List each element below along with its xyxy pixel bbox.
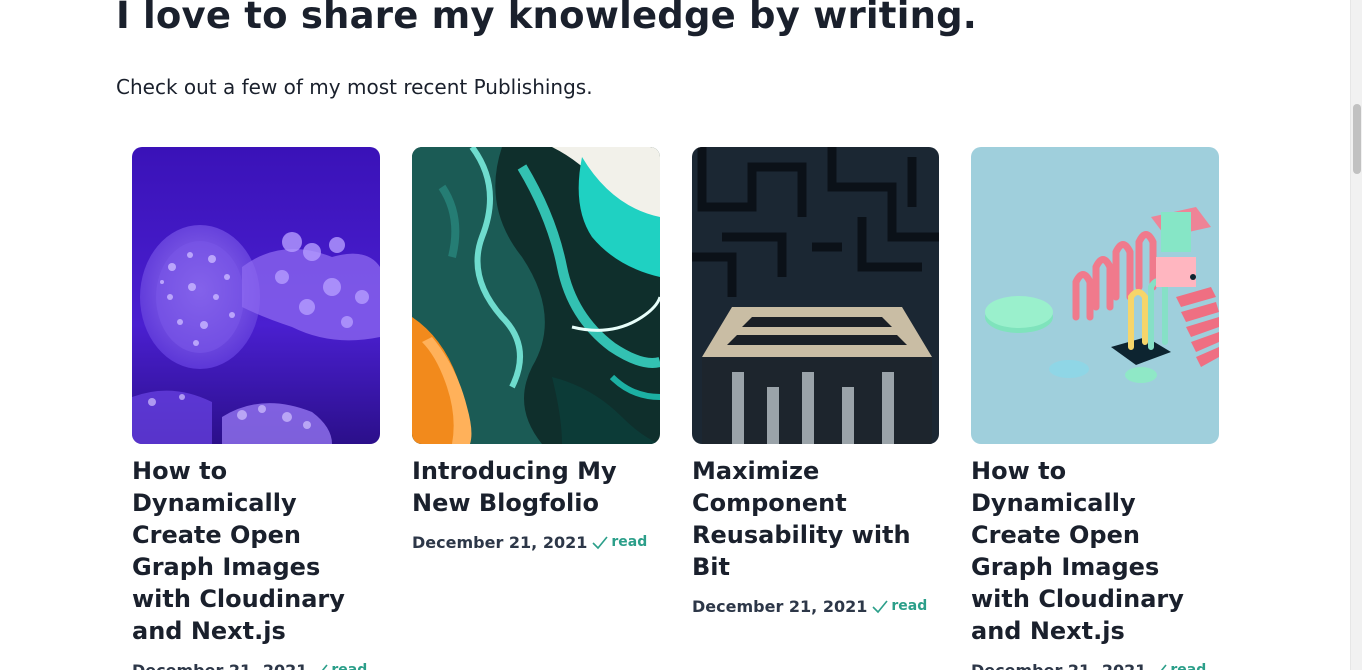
read-label: read (1170, 662, 1207, 670)
post-date: December 21, 2021 (132, 661, 307, 670)
post-meta: December 21, 2021 read (412, 533, 660, 552)
read-label: read (611, 534, 648, 550)
post-title[interactable]: How to Dynamically Create Open Graph Ima… (971, 455, 1219, 647)
post-card[interactable]: How to Dynamically Create Open Graph Ima… (132, 147, 380, 670)
section-headline: I love to share my knowledge by writing. (116, 0, 978, 37)
fluid-paint-image (412, 147, 660, 444)
post-thumbnail-jellyfish[interactable] (132, 147, 380, 444)
post-title[interactable]: How to Dynamically Create Open Graph Ima… (132, 455, 380, 647)
checkmark-icon (312, 663, 328, 670)
scrollbar-thumb[interactable] (1353, 104, 1361, 174)
post-meta: December 21, 2021 read (132, 661, 380, 670)
checkmark-icon (592, 535, 608, 550)
post-card[interactable]: How to Dynamically Create Open Graph Ima… (971, 147, 1219, 670)
post-card[interactable]: Introducing My New Blogfolio December 21… (412, 147, 660, 552)
post-title[interactable]: Maximize Component Reusability with Bit (692, 455, 939, 583)
jellyfish-image (132, 147, 380, 444)
checkmark-icon (872, 599, 888, 614)
page-scrollbar[interactable] (1350, 0, 1362, 670)
post-thumbnail-maze-block[interactable] (692, 147, 939, 444)
publications-grid: How to Dynamically Create Open Graph Ima… (132, 147, 1232, 670)
post-meta: December 21, 2021 read (971, 661, 1219, 670)
post-title[interactable]: Introducing My New Blogfolio (412, 455, 660, 519)
post-card[interactable]: Maximize Component Reusability with Bit … (692, 147, 939, 616)
isometric-arches-image (971, 147, 1219, 444)
post-date: December 21, 2021 (412, 533, 588, 552)
read-label: read (331, 662, 368, 670)
page: I love to share my knowledge by writing.… (0, 0, 1350, 670)
maze-block-image (692, 147, 939, 444)
section-subheading: Check out a few of my most recent Publis… (116, 75, 593, 99)
post-meta: December 21, 2021 read (692, 597, 939, 616)
post-date: December 21, 2021 (971, 661, 1146, 670)
checkmark-icon (1151, 663, 1167, 670)
post-date: December 21, 2021 (692, 597, 868, 616)
post-thumbnail-isometric-arches[interactable] (971, 147, 1219, 444)
read-label: read (891, 598, 928, 614)
post-thumbnail-fluid-paint[interactable] (412, 147, 660, 444)
